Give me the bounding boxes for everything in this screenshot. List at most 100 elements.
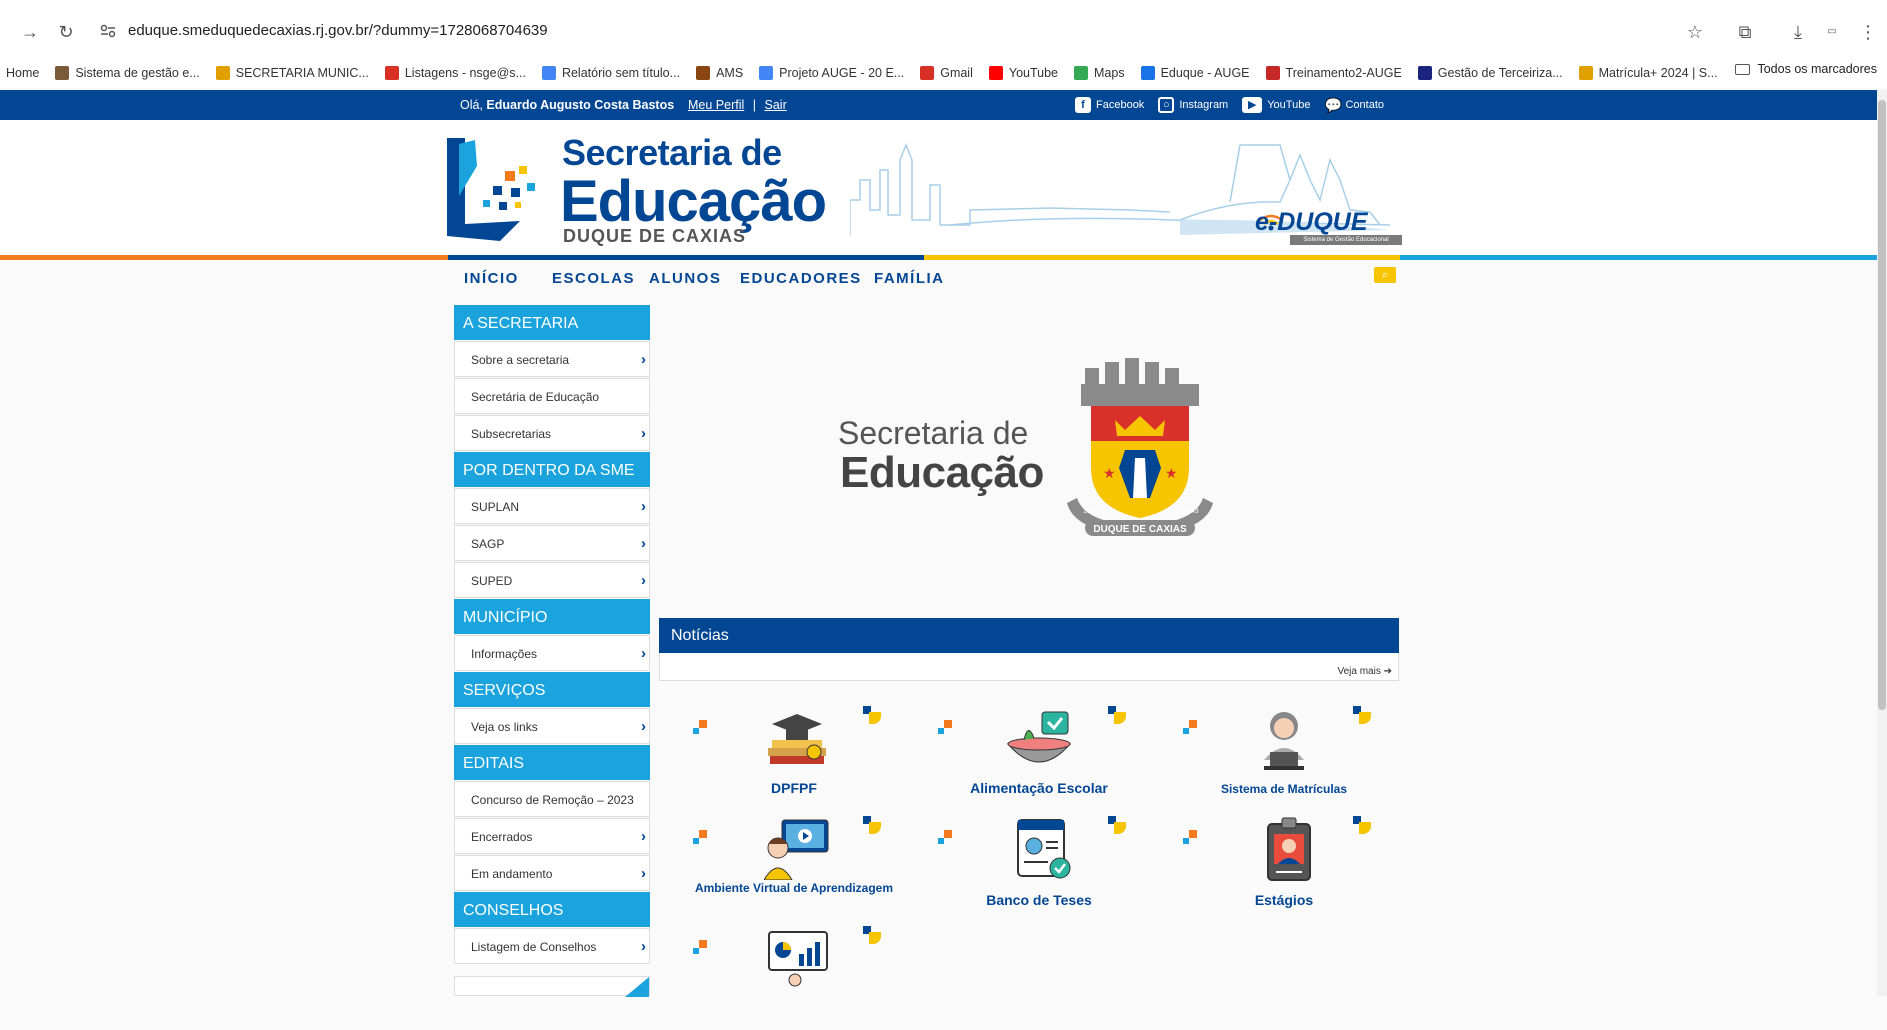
nav-educadores[interactable]: EDUCADORES [740, 270, 862, 287]
bookmark-favicon-icon [215, 66, 230, 80]
brand-line2: Educação [560, 169, 827, 234]
bookmark-item[interactable]: Gestão de Terceiriza... [1417, 66, 1563, 80]
sidebar-widget-partial [454, 976, 650, 997]
forward-icon[interactable]: → [18, 20, 42, 44]
bookmark-item[interactable]: Gmail [920, 66, 973, 80]
tile-estagios[interactable]: Estágios [1169, 810, 1399, 920]
main-navigation: INÍCIO ESCOLAS ALUNOS EDUCADORES FAMÍLIA [0, 260, 1877, 296]
eduque-subtitle: Sistema de Gestão Educacional [1290, 235, 1402, 245]
bookmark-item[interactable]: Treinamento2-AUGE [1265, 66, 1402, 80]
tile-label: Alimentação Escolar [970, 780, 1108, 796]
sidebar-item[interactable]: Subsecretarias › [454, 415, 650, 451]
bookmark-label: Projeto AUGE - 20 E... [779, 66, 905, 80]
profile-icon[interactable]: ▭ [1820, 20, 1844, 44]
reload-icon[interactable]: ↻ [54, 20, 78, 44]
corner-accent [625, 977, 649, 997]
sidebar-item[interactable]: Encerrados › [454, 818, 650, 854]
page-scrollbar[interactable] [1877, 90, 1887, 996]
sidebar-item[interactable]: Em andamento › [454, 855, 650, 891]
sidebar-item-label: Veja os links [471, 720, 538, 734]
download-icon[interactable]: ⤓ [1786, 20, 1810, 44]
crest-year-left: 1566 [1083, 508, 1099, 515]
site-settings-icon[interactable] [100, 24, 116, 38]
tile-presentation[interactable] [679, 920, 909, 1030]
sidebar-item[interactable]: Veja os links › [454, 708, 650, 744]
bookmark-label: Listagens - nsge@s... [404, 66, 526, 80]
sidebar-item[interactable]: SAGP › [454, 525, 650, 561]
menu-icon[interactable]: ⋮ [1856, 20, 1880, 44]
bookmark-item[interactable]: Home [6, 66, 39, 80]
youtube-link[interactable]: ▶ YouTube [1242, 97, 1310, 113]
extensions-icon[interactable]: ⧉ [1733, 20, 1757, 44]
bookmark-item[interactable]: Maps [1074, 66, 1125, 80]
bookmark-favicon-icon [920, 66, 935, 80]
greeting-prefix: Olá, [460, 98, 483, 112]
bookmark-item[interactable]: Projeto AUGE - 20 E... [759, 66, 904, 80]
user-name: Eduardo Augusto Costa Bastos [486, 98, 675, 112]
sidebar-item[interactable]: SUPED › [454, 562, 650, 598]
instagram-link[interactable]: ○ Instagram [1158, 97, 1228, 113]
nav-escolas[interactable]: ESCOLAS [552, 270, 635, 287]
chat-icon: 💬 [1324, 97, 1342, 113]
tile-dpfpf[interactable]: DPFPF [679, 700, 909, 810]
chevron-right-icon: › [641, 938, 646, 955]
facebook-link[interactable]: f Facebook [1075, 97, 1144, 113]
bookmark-item[interactable]: AMS [696, 66, 743, 80]
bookmark-item[interactable]: Matrícula+ 2024 | S... [1578, 66, 1718, 80]
tile-banco-de-teses[interactable]: Banco de Teses [924, 810, 1154, 920]
sidebar-item[interactable]: Concurso de Remoção – 2023 [454, 781, 650, 817]
bookmark-item[interactable]: Eduque - AUGE [1140, 66, 1250, 80]
url-field[interactable]: eduque.smeduquedecaxias.rj.gov.br/?dummy… [128, 22, 548, 39]
bookmark-label: Sistema de gestão e... [75, 66, 200, 80]
bookmark-item[interactable]: Sistema de gestão e... [55, 66, 200, 80]
main-logo-line1: Secretaria de [838, 415, 1029, 451]
tile-ambiente-virtual[interactable]: Ambiente Virtual de Aprendizagem [679, 810, 909, 920]
tile-label: Banco de Teses [986, 892, 1092, 908]
eduque-logo[interactable]: e-DUQUE [1255, 208, 1368, 237]
sme-logo-icon[interactable] [445, 136, 545, 246]
sidebar-item[interactable]: Informações › [454, 635, 650, 671]
tile-label: Estágios [1254, 892, 1314, 908]
contact-link[interactable]: 💬 Contato [1324, 97, 1384, 113]
bookmark-item[interactable]: SECRETARIA MUNIC... [215, 66, 369, 80]
graduation-cap-icon [768, 714, 826, 764]
profile-link[interactable]: Meu Perfil [688, 98, 744, 112]
sidebar-item[interactable]: Secretária de Educação [454, 378, 650, 414]
bookmark-label: Home [6, 66, 40, 80]
search-icon[interactable]: ⌕ [1374, 267, 1396, 283]
bookmark-favicon-icon [1140, 66, 1155, 80]
svg-text:★: ★ [1103, 465, 1116, 481]
sidebar-item[interactable]: Listagem de Conselhos › [454, 928, 650, 964]
sidebar-section-title: POR DENTRO DA SME [454, 452, 650, 487]
bookmark-favicon-icon [1578, 66, 1593, 80]
bookmark-favicon-icon [384, 66, 399, 80]
bookmark-star-icon[interactable]: ☆ [1683, 20, 1707, 44]
tile-alimentacao-escolar[interactable]: Alimentação Escolar [924, 700, 1154, 810]
scrollbar-thumb[interactable] [1878, 100, 1886, 710]
sidebar-item-label: Concurso de Remoção – 2023 [471, 793, 634, 807]
sidebar-item[interactable]: SUPLAN › [454, 488, 650, 524]
bookmark-item[interactable]: YouTube [988, 66, 1058, 80]
bookmark-item[interactable]: Listagens - nsge@s... [384, 66, 526, 80]
tile-label: Sistema de Matrículas [1220, 782, 1348, 796]
all-bookmarks[interactable]: Todos os marcadores [1735, 62, 1877, 76]
bookmark-favicon-icon [55, 66, 70, 80]
chevron-right-icon: › [641, 351, 646, 368]
sidebar-item[interactable]: Sobre a secretaria › [454, 341, 650, 377]
instagram-label: Instagram [1179, 99, 1229, 111]
duque-de-caxias-crest-icon: ★ ★ DUQUE DE CAXIAS 1566 1943 [1067, 358, 1213, 536]
see-more-link[interactable]: Veja mais ➔ [1337, 666, 1392, 677]
sidebar-item-label: SUPLAN [471, 500, 520, 514]
chevron-right-icon: › [641, 535, 646, 552]
logout-link[interactable]: Sair [765, 98, 787, 112]
nav-alunos[interactable]: ALUNOS [649, 270, 721, 287]
tile-sistema-de-matriculas[interactable]: Sistema de Matrículas [1169, 700, 1399, 810]
nav-familia[interactable]: FAMÍLIA [874, 270, 945, 287]
address-bar-area: → ↻ eduque.smeduquedecaxias.rj.gov.br/?d… [0, 0, 1887, 60]
nav-inicio[interactable]: INÍCIO [464, 270, 519, 287]
bookmark-item[interactable]: Relatório sem título... [541, 66, 680, 80]
svg-text:★: ★ [1165, 465, 1178, 481]
facebook-label: Facebook [1096, 99, 1145, 111]
sidebar-item-label: Sobre a secretaria [471, 353, 570, 367]
sidebar-item-label: Subsecretarias [471, 427, 552, 441]
